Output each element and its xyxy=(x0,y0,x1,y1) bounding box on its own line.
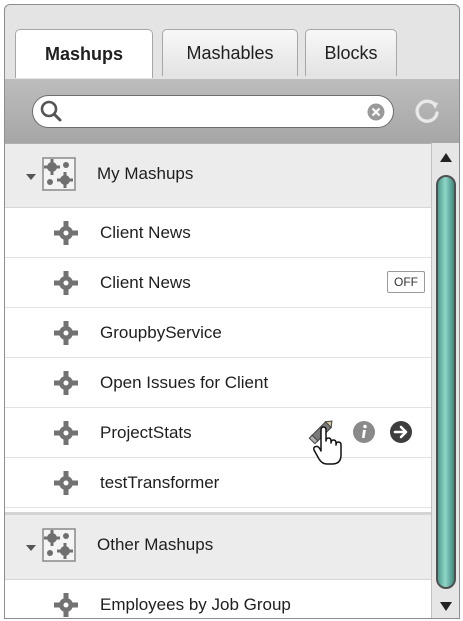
gear-icon xyxy=(54,371,78,395)
mashup-list: My Mashups Client News Client News OFF G… xyxy=(5,143,431,618)
gear-icon xyxy=(54,471,78,495)
mashup-group-icon xyxy=(42,157,76,191)
group-header-my-mashups[interactable]: My Mashups xyxy=(5,144,431,208)
search-input[interactable] xyxy=(32,95,394,128)
arrow-right-icon[interactable] xyxy=(389,420,413,444)
gear-icon xyxy=(54,421,78,445)
gear-icon xyxy=(54,321,78,345)
list-item-hovered[interactable]: ProjectStats xyxy=(5,408,431,465)
mashup-group-icon xyxy=(42,528,76,562)
group-label: My Mashups xyxy=(97,164,194,183)
list-item[interactable]: testTransformer xyxy=(5,458,431,508)
scroll-thumb[interactable] xyxy=(436,175,456,589)
expand-triangle-icon[interactable] xyxy=(25,542,37,554)
list-item[interactable]: Client News OFF xyxy=(5,258,431,308)
info-icon[interactable] xyxy=(352,420,376,444)
item-label: Employees by Job Group xyxy=(100,595,291,614)
gear-icon xyxy=(54,593,78,617)
expand-triangle-icon[interactable] xyxy=(25,171,37,183)
item-label: Client News xyxy=(100,273,191,292)
list-item[interactable]: Open Issues for Client xyxy=(5,358,431,408)
item-label: ProjectStats xyxy=(100,423,192,442)
group-label: Other Mashups xyxy=(97,535,214,554)
list-item[interactable]: Client News xyxy=(5,208,431,258)
scroll-down-arrow-icon[interactable] xyxy=(438,599,454,613)
vertical-scrollbar[interactable] xyxy=(431,143,459,618)
refresh-icon[interactable] xyxy=(413,97,441,125)
item-label: GroupbyService xyxy=(100,323,222,342)
scroll-up-arrow-icon[interactable] xyxy=(438,151,454,165)
search-icon xyxy=(40,100,62,122)
group-header-other-mashups[interactable]: Other Mashups xyxy=(5,512,431,580)
tab-mashups[interactable]: Mashups xyxy=(15,29,153,78)
tab-bar: Mashups Mashables Blocks xyxy=(5,29,459,102)
item-label: Open Issues for Client xyxy=(100,373,269,392)
status-toggle-off[interactable]: OFF xyxy=(387,271,425,293)
gear-icon xyxy=(54,271,78,295)
list-item[interactable]: Employees by Job Group xyxy=(5,580,431,618)
search-toolbar xyxy=(5,79,459,143)
tab-mashables[interactable]: Mashables xyxy=(162,29,298,76)
item-label: Client News xyxy=(100,223,191,242)
tab-blocks[interactable]: Blocks xyxy=(305,29,397,76)
list-item[interactable]: GroupbyService xyxy=(5,308,431,358)
mashup-panel: Mashups Mashables Blocks My Mashups Clie… xyxy=(4,4,460,619)
gear-icon xyxy=(54,221,78,245)
hand-cursor-icon xyxy=(313,426,342,465)
clear-search-icon[interactable] xyxy=(367,103,385,121)
item-label: testTransformer xyxy=(100,473,220,492)
